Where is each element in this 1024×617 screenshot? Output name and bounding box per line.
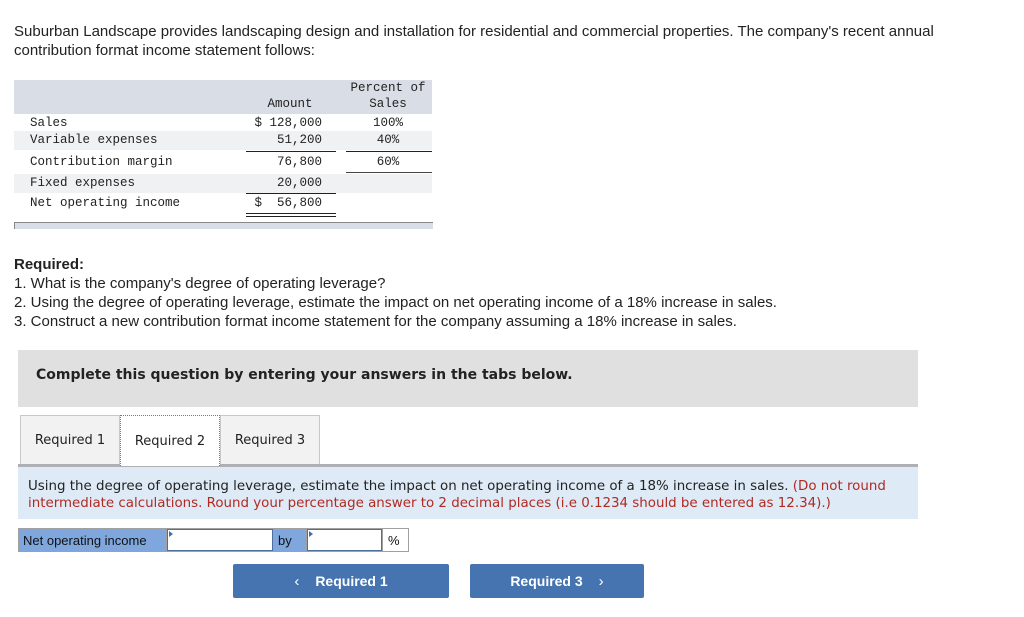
row-label: Fixed expenses [30, 176, 136, 190]
row-amount: 76,800 [276, 155, 322, 169]
table-row-fixed-expenses: Fixed expenses 20,000 [14, 174, 432, 193]
prev-required-1-button[interactable]: ‹ Required 1 [233, 564, 449, 598]
tab-required-1[interactable]: Required 1 [20, 415, 120, 464]
row-amount: 20,000 [276, 176, 322, 190]
percent-input[interactable] [308, 530, 381, 550]
row-amount: $ 128,000 [254, 116, 322, 130]
header-percent-line2: Sales [369, 97, 407, 111]
tab-required-2[interactable]: Required 2 [120, 415, 220, 466]
required-item-1: 1. What is the company's degree of opera… [14, 275, 386, 292]
underline-amount [246, 151, 336, 152]
percent-sign: % [382, 529, 408, 551]
required-section: Required: 1. What is the company's degre… [14, 255, 777, 331]
row-percent: 60% [376, 155, 400, 169]
problem-intro: Suburban Landscape provides landscaping … [14, 23, 934, 59]
row-label: Sales [30, 116, 68, 130]
question-panel: Using the degree of operating leverage, … [18, 467, 918, 519]
required-item-2: 2. Using the degree of operating leverag… [14, 294, 777, 311]
required-title: Required: [14, 256, 85, 273]
next-required-3-button[interactable]: Required 3 › [470, 564, 644, 598]
double-underline-amount [246, 213, 336, 217]
prev-button-label: Required 1 [315, 573, 388, 589]
row-percent: 40% [376, 133, 400, 147]
direction-input[interactable] [168, 530, 272, 550]
table-footer-bar [14, 222, 433, 229]
chevron-right-icon: › [598, 572, 604, 590]
answer-row: Net operating income by % [18, 528, 409, 552]
row-percent: 100% [372, 116, 403, 130]
required-item-3: 3. Construct a new contribution format i… [14, 313, 737, 330]
table-row-contribution-margin: Contribution margin 76,800 60% [14, 153, 432, 172]
percent-input-cell[interactable] [307, 529, 382, 551]
row-label: Contribution margin [30, 155, 173, 169]
instruction-text: Complete this question by entering your … [36, 367, 573, 383]
header-percent-line1: Percent of [350, 81, 426, 95]
table-header: Amount Percent of Sales [14, 80, 432, 114]
header-amount: Amount [267, 97, 313, 111]
question-text: Using the degree of operating leverage, … [28, 478, 908, 512]
income-statement-table: Amount Percent of Sales Sales $ 128,000 … [14, 80, 433, 229]
table-row-variable-expenses: Variable expenses 51,200 40% [14, 131, 432, 150]
underline-percent [346, 151, 432, 152]
instruction-banner: Complete this question by entering your … [18, 350, 918, 407]
table-row-net-operating-income: Net operating income $ 56,800 [14, 194, 432, 213]
row-amount: $ 56,800 [254, 196, 322, 210]
dropdown-flag-icon [169, 531, 173, 537]
next-button-label: Required 3 [510, 573, 583, 589]
row-label: Net operating income [30, 196, 181, 210]
tab-required-3[interactable]: Required 3 [220, 415, 320, 464]
row-amount: 51,200 [276, 133, 322, 147]
row-label: Variable expenses [30, 133, 158, 147]
chevron-left-icon: ‹ [294, 572, 300, 590]
question-prompt: Using the degree of operating leverage, … [28, 479, 789, 494]
answer-label: Net operating income [19, 529, 167, 551]
input-flag-icon [309, 531, 313, 537]
by-label: by [273, 529, 307, 551]
direction-input-cell[interactable] [167, 529, 273, 551]
